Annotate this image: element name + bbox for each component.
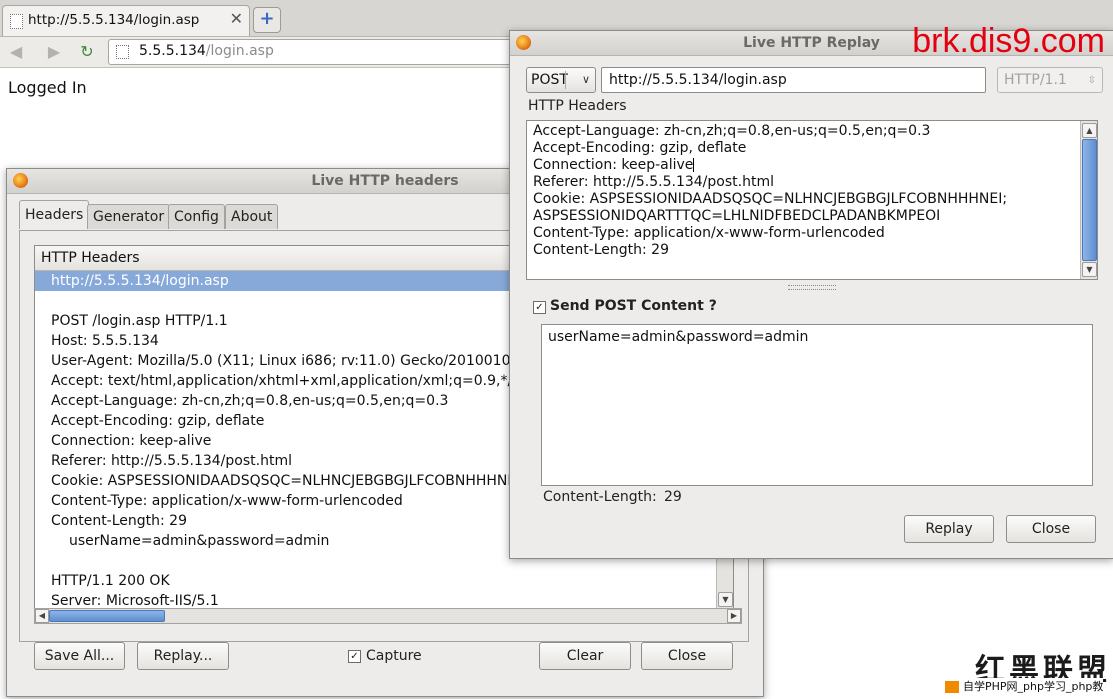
tab-headers[interactable]: Headers	[19, 200, 90, 229]
site-watermark: brk.dis9.com	[912, 22, 1105, 60]
url-text: 5.5.5.134/login.asp	[139, 43, 274, 59]
method-select[interactable]: POST ∨	[526, 67, 596, 93]
tab-config[interactable]: Config	[168, 204, 225, 229]
replay-header-line: Referer: http://5.5.5.134/post.html	[533, 174, 774, 190]
scroll-up-icon[interactable]: ▲	[1082, 123, 1097, 138]
send-post-checkbox[interactable]: ✓	[533, 301, 546, 314]
chevron-down-icon: ∨	[581, 73, 590, 86]
replay-button[interactable]: Replay	[904, 515, 994, 543]
capture-checkbox[interactable]: ✓	[348, 650, 361, 663]
back-arrow-icon[interactable]: ◀	[5, 42, 27, 62]
scroll-right-icon[interactable]: ▶	[727, 609, 741, 623]
clear-button[interactable]: Clear	[539, 642, 631, 670]
post-content-text: userName=admin&password=admin	[548, 329, 809, 345]
replay-header-line: Connection: keep-alive	[533, 157, 695, 173]
new-tab-button[interactable]: +	[253, 7, 281, 33]
http-headers-label: HTTP Headers	[528, 98, 627, 114]
scroll-down-icon[interactable]: ▼	[718, 592, 733, 607]
replay-header-line: Accept-Encoding: gzip, deflate	[533, 140, 747, 156]
replay-header-line: Content-Length: 29	[533, 242, 670, 258]
content-length-label: Content-Length:	[543, 489, 657, 505]
browser-tab[interactable]: http://5.5.5.134/login.asp ✕	[2, 5, 250, 36]
vertical-scroll-thumb[interactable]	[1082, 139, 1097, 261]
close-tab-icon[interactable]: ✕	[230, 9, 243, 28]
save-all-button[interactable]: Save All...	[34, 642, 125, 670]
scroll-down-icon[interactable]: ▼	[1082, 262, 1097, 277]
capture-label: Capture	[366, 648, 422, 664]
chevron-updown-icon: ⇳	[1087, 75, 1096, 86]
close-button[interactable]: Close	[641, 642, 733, 670]
replay-header-line: ASPSESSIONIDQARTTTQC=LHLNIDFBEDCLPADANBK…	[533, 208, 941, 224]
page-icon	[10, 14, 23, 29]
content-length-value: 29	[664, 489, 682, 505]
response-line: HTTP/1.1 200 OK	[51, 573, 170, 589]
close-button[interactable]: Close	[1006, 515, 1096, 543]
replay-vertical-scrollbar[interactable]: ▲ ▼	[1080, 121, 1097, 279]
forward-arrow-icon[interactable]: ▶	[43, 42, 65, 62]
php-watermark: 自学PHP网_php学习_php教	[943, 678, 1104, 696]
replay-button[interactable]: Replay...	[137, 642, 229, 670]
replay-header-line: Content-Type: application/x-www-form-url…	[533, 225, 885, 241]
headers-textarea[interactable]: Accept-Language: zh-cn,zh;q=0.8,en-us;q=…	[526, 120, 1098, 280]
reload-icon[interactable]: ↻	[76, 42, 98, 62]
replay-header-line: Cookie: ASPSESSIONIDAADSQSQC=NLHNCJEBGBG…	[533, 191, 1008, 207]
protocol-select[interactable]: HTTP/1.1 ⇳	[997, 67, 1103, 93]
horizontal-scroll-thumb[interactable]	[49, 610, 165, 622]
php-logo-icon	[945, 681, 959, 693]
resize-grip[interactable]	[788, 285, 836, 290]
url-bar[interactable]: 5.5.5.134/login.asp	[108, 39, 550, 65]
replay-header-line: Accept-Language: zh-cn,zh;q=0.8,en-us;q=…	[533, 123, 931, 139]
live-http-replay-window: Live HTTP Replay POST ∨ http://5.5.5.134…	[509, 30, 1113, 559]
tab-generator[interactable]: Generator	[87, 204, 171, 229]
page-content-text: Logged In	[8, 78, 87, 97]
page-icon	[116, 45, 129, 59]
text-caret	[693, 158, 695, 172]
post-content-textarea[interactable]: userName=admin&password=admin	[541, 324, 1093, 486]
tab-about[interactable]: About	[225, 204, 279, 229]
url-input[interactable]: http://5.5.5.134/login.asp	[601, 67, 986, 93]
headers-horizontal-scrollbar[interactable]: ◀ ▶	[34, 608, 742, 624]
scroll-left-icon[interactable]: ◀	[35, 609, 49, 623]
send-post-label: Send POST Content ?	[550, 298, 717, 314]
tab-title: http://5.5.5.134/login.asp	[28, 12, 200, 28]
